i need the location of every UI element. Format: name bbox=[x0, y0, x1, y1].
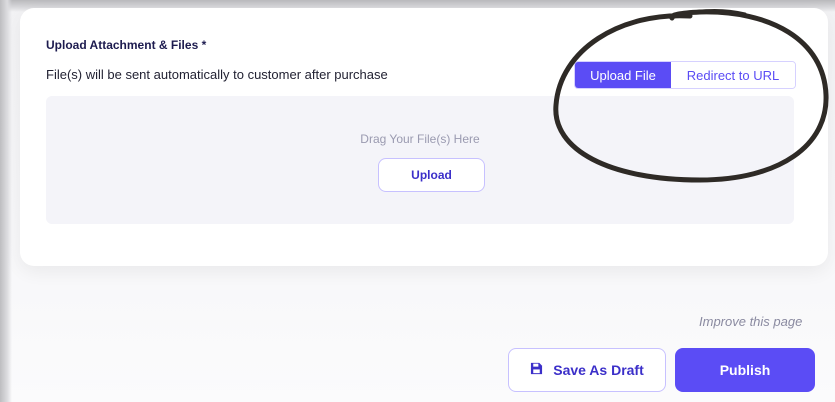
floppy-disk-icon bbox=[530, 362, 543, 378]
publish-button[interactable]: Publish bbox=[675, 348, 815, 392]
save-as-draft-label: Save As Draft bbox=[553, 362, 644, 378]
attachment-mode-toggle: Upload File Redirect to URL bbox=[574, 61, 796, 89]
attachment-section-description: File(s) will be sent automatically to cu… bbox=[46, 67, 388, 82]
upload-button[interactable]: Upload bbox=[378, 158, 485, 192]
redirect-to-url-option[interactable]: Redirect to URL bbox=[671, 62, 795, 88]
attachment-section-title: Upload Attachment & Files * bbox=[46, 38, 207, 52]
dropzone-hint: Drag Your File(s) Here bbox=[360, 132, 480, 146]
file-dropzone[interactable]: Drag Your File(s) Here Upload bbox=[46, 96, 794, 224]
upload-file-option[interactable]: Upload File bbox=[575, 62, 671, 88]
photo-frame-shadow-left bbox=[0, 0, 12, 402]
improve-page-link[interactable]: Improve this page bbox=[699, 314, 802, 329]
save-as-draft-button[interactable]: Save As Draft bbox=[508, 348, 666, 392]
